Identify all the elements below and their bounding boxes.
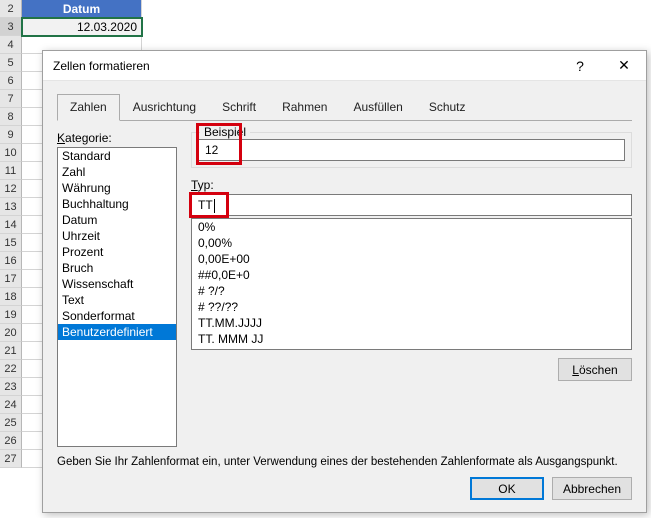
- type-section: Typ: TT 0%0,00%0,00E+00##0,0E+0# ?/?# ??…: [191, 178, 632, 381]
- row-header[interactable]: 27: [0, 450, 22, 468]
- tab-ausrichtung[interactable]: Ausrichtung: [120, 94, 209, 121]
- category-item[interactable]: Zahl: [58, 164, 176, 180]
- category-item[interactable]: Bruch: [58, 260, 176, 276]
- cancel-button[interactable]: Abbrechen: [552, 477, 632, 500]
- delete-button[interactable]: Löschen: [558, 358, 632, 381]
- format-item[interactable]: # ??/??: [192, 299, 631, 315]
- category-list[interactable]: StandardZahlWährungBuchhaltungDatumUhrze…: [57, 147, 177, 447]
- row-header[interactable]: 17: [0, 270, 22, 288]
- row-header[interactable]: 11: [0, 162, 22, 180]
- row-header[interactable]: 15: [0, 234, 22, 252]
- category-item[interactable]: Benutzerdefiniert: [58, 324, 176, 340]
- example-value: 12: [198, 139, 625, 161]
- category-item[interactable]: Datum: [58, 212, 176, 228]
- selected-cell[interactable]: 12.03.2020: [22, 18, 142, 36]
- dialog-content: Kategorie: StandardZahlWährungBuchhaltun…: [57, 131, 632, 468]
- format-item[interactable]: # ?/?: [192, 283, 631, 299]
- row-header[interactable]: 19: [0, 306, 22, 324]
- row-header[interactable]: 24: [0, 396, 22, 414]
- row-header[interactable]: 13: [0, 198, 22, 216]
- tab-rahmen[interactable]: Rahmen: [269, 94, 340, 121]
- format-item[interactable]: TT. MMM JJ: [192, 331, 631, 347]
- category-item[interactable]: Wissenschaft: [58, 276, 176, 292]
- row-header[interactable]: 6: [0, 72, 22, 90]
- example-group: Beispiel 12: [191, 132, 632, 168]
- row-header[interactable]: 23: [0, 378, 22, 396]
- example-label: Beispiel: [200, 125, 250, 139]
- tab-zahlen[interactable]: Zahlen: [57, 94, 120, 121]
- format-item[interactable]: TT.MM.JJJJ: [192, 315, 631, 331]
- format-item[interactable]: 0,00E+00: [192, 251, 631, 267]
- row-header[interactable]: 4: [0, 36, 22, 54]
- row-header[interactable]: 26: [0, 432, 22, 450]
- category-item[interactable]: Text: [58, 292, 176, 308]
- hint-text: Geben Sie Ihr Zahlenformat ein, unter Ve…: [57, 456, 632, 468]
- row-header[interactable]: 16: [0, 252, 22, 270]
- close-icon: ✕: [618, 57, 630, 74]
- row-header[interactable]: 9: [0, 126, 22, 144]
- tab-schutz[interactable]: Schutz: [416, 94, 479, 121]
- column-header-datum: Datum: [22, 0, 142, 18]
- tab-ausfüllen[interactable]: Ausfüllen: [340, 94, 415, 121]
- close-button[interactable]: ✕: [602, 51, 646, 81]
- row-header[interactable]: 25: [0, 414, 22, 432]
- category-item[interactable]: Uhrzeit: [58, 228, 176, 244]
- format-item[interactable]: ##0,0E+0: [192, 267, 631, 283]
- row-header[interactable]: 14: [0, 216, 22, 234]
- tab-underline: [57, 120, 632, 121]
- format-item[interactable]: 0%: [192, 219, 631, 235]
- help-button[interactable]: ?: [558, 51, 602, 81]
- row-header[interactable]: 22: [0, 360, 22, 378]
- category-item[interactable]: Prozent: [58, 244, 176, 260]
- row-header[interactable]: 18: [0, 288, 22, 306]
- row-header[interactable]: 5: [0, 54, 22, 72]
- row-header[interactable]: 7: [0, 90, 22, 108]
- type-label: Typ:: [191, 178, 632, 192]
- dialog-title: Zellen formatieren: [53, 59, 558, 73]
- ok-button[interactable]: OK: [470, 477, 544, 500]
- help-icon: ?: [576, 58, 584, 74]
- dialog-buttons: OK Abbrechen: [470, 477, 632, 500]
- format-item[interactable]: 0,00%: [192, 235, 631, 251]
- category-label: Kategorie:: [57, 131, 112, 145]
- row-header[interactable]: 20: [0, 324, 22, 342]
- row-header[interactable]: 12: [0, 180, 22, 198]
- format-item[interactable]: TT. MMM: [192, 347, 631, 350]
- row-header[interactable]: 8: [0, 108, 22, 126]
- tab-strip: ZahlenAusrichtungSchriftRahmenAusfüllenS…: [43, 81, 646, 120]
- row-header[interactable]: 3: [0, 18, 22, 36]
- category-item[interactable]: Standard: [58, 148, 176, 164]
- right-pane: Beispiel 12 Typ: TT 0%0,00%0,00E+00##0,0…: [191, 131, 632, 381]
- row-header[interactable]: 10: [0, 144, 22, 162]
- format-list[interactable]: 0%0,00%0,00E+00##0,0E+0# ?/?# ??/??TT.MM…: [191, 218, 632, 350]
- row-header[interactable]: 21: [0, 342, 22, 360]
- category-item[interactable]: Buchhaltung: [58, 196, 176, 212]
- dialog-titlebar: Zellen formatieren ? ✕: [43, 51, 646, 81]
- format-cells-dialog: Zellen formatieren ? ✕ ZahlenAusrichtung…: [42, 50, 647, 513]
- row-header[interactable]: 2: [0, 0, 22, 18]
- tab-schrift[interactable]: Schrift: [209, 94, 269, 121]
- category-item[interactable]: Sonderformat: [58, 308, 176, 324]
- category-item[interactable]: Währung: [58, 180, 176, 196]
- type-input[interactable]: TT: [191, 194, 632, 216]
